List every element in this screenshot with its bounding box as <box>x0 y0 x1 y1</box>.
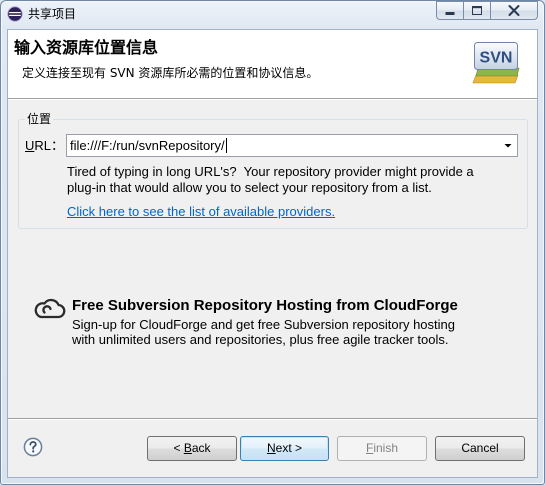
close-button[interactable] <box>490 1 538 20</box>
svn-logo-icon: SVN <box>471 38 521 88</box>
location-group: 位置 URL： file:///F:/run/svnRepository/ Ti… <box>18 112 528 229</box>
footer-separator <box>8 418 537 420</box>
help-icon <box>23 437 43 457</box>
minimize-icon <box>445 12 455 15</box>
mnemonic-underline: F <box>365 441 374 455</box>
close-icon <box>508 5 520 16</box>
window-title: 共享项目 <box>28 7 77 21</box>
mnemonic-underline: B <box>183 441 192 455</box>
cloudforge-icon-graphic <box>34 298 66 319</box>
chevron-down-icon <box>504 144 512 148</box>
cloudforge-icon <box>32 298 66 320</box>
maximize-icon <box>472 6 482 15</box>
header-separator <box>8 98 537 100</box>
url-dropdown-button[interactable] <box>500 135 517 156</box>
url-combo[interactable]: file:///F:/run/svnRepository/ <box>66 134 518 157</box>
finish-button[interactable]: Finish <box>337 436 427 461</box>
wizard-content: 输入资源库位置信息 定义连接至现有 SVN 资源库所必需的位置和协议信息。 SV… <box>8 30 537 477</box>
url-combo-value: file:///F:/run/svnRepository/ <box>70 138 225 153</box>
maximize-button[interactable] <box>463 1 490 20</box>
location-group-label: 位置 <box>25 112 54 126</box>
minimize-button[interactable] <box>436 1 463 20</box>
url-combo-value-wrap: file:///F:/run/svnRepository/ <box>70 135 227 156</box>
cloudforge-description-line: Sign-up for CloudForge and get free Subv… <box>72 317 455 332</box>
svn-logo-text: SVN <box>480 50 513 67</box>
url-label: URL： <box>25 138 65 153</box>
wizard-header: 输入资源库位置信息 定义连接至现有 SVN 资源库所必需的位置和协议信息。 SV… <box>8 30 537 98</box>
cloudforge-title: Free Subversion Repository Hosting from … <box>72 297 458 314</box>
cloudforge-promo[interactable]: Free Subversion Repository Hosting from … <box>28 294 498 350</box>
help-button[interactable] <box>23 437 43 457</box>
cancel-button[interactable]: Cancel <box>435 436 525 461</box>
text-caret <box>225 138 227 153</box>
mnemonic-underline: N <box>266 441 276 455</box>
available-providers-link[interactable]: Click here to see the list of available … <box>67 204 335 220</box>
page-description: 定义连接至现有 SVN 资源库所必需的位置和协议信息。 <box>22 66 319 80</box>
svn-logo-graphic: SVN <box>472 42 520 84</box>
eclipse-icon[interactable] <box>7 6 23 22</box>
hint-text-line: plug-in that would allow you to select y… <box>67 180 432 195</box>
hint-text-line: Tired of typing in long URL's? Your repo… <box>67 164 474 179</box>
eclipse-icon-graphic <box>7 6 23 22</box>
share-project-dialog: 共享项目 输入资源库位置信息 定义连接至现有 SVN 资源库所必需的位置和协议信… <box>0 0 545 485</box>
page-title: 输入资源库位置信息 <box>14 38 159 57</box>
title-bar[interactable]: 共享项目 <box>0 0 545 30</box>
mnemonic-underline: U <box>25 138 35 153</box>
cloudforge-description-line: with unlimited users and repositories, p… <box>72 332 449 347</box>
next-button[interactable]: Next > <box>240 436 329 461</box>
back-button[interactable]: < Back <box>147 436 237 461</box>
